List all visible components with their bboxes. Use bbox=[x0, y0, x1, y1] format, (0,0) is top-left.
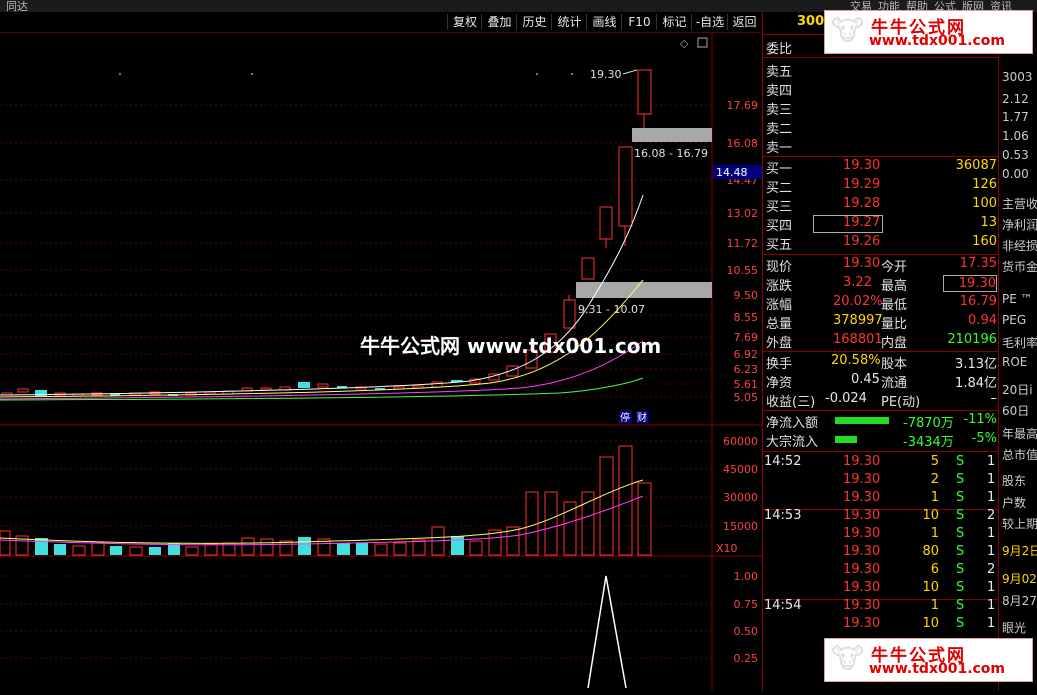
sell3-label: 卖三 bbox=[766, 103, 793, 118]
sell1-label: 卖一 bbox=[766, 141, 793, 156]
overlay-button[interactable]: 叠加 bbox=[481, 14, 517, 30]
price-axis-label: 11.72 bbox=[727, 237, 759, 250]
resistance-zone bbox=[632, 128, 712, 142]
indicator-axis-label: 0.50 bbox=[734, 625, 759, 638]
panel-toggle-icon[interactable] bbox=[697, 37, 708, 48]
buy-row[interactable]: 买三 19.28 100 bbox=[763, 196, 999, 215]
sell2-label: 卖二 bbox=[766, 122, 793, 137]
tick-row: 14:54 19.30 1 S 1 bbox=[764, 598, 996, 613]
buy-row[interactable]: 买五 19.26 160 bbox=[763, 234, 999, 253]
price-axis-label: 6.92 bbox=[734, 348, 759, 361]
volume-axis-label: 30000 bbox=[723, 491, 758, 504]
watermark-logo-top: 🐮 牛牛公式网 www.tdx001.com bbox=[824, 10, 1033, 54]
stat-row: 涨跌 3.22 最高 19.30 bbox=[766, 275, 997, 294]
tick-row: 19.30 10 S 1 bbox=[843, 580, 996, 595]
indicator-axis-label: 0.75 bbox=[734, 598, 759, 611]
mark-button[interactable]: 标记 bbox=[656, 14, 692, 30]
net-inflow-row: 净流入额 -7870万 -11% bbox=[766, 412, 997, 431]
price-axis-label: 7.69 bbox=[734, 331, 759, 344]
cow-icon: 🐮 bbox=[831, 642, 865, 675]
volume-axis-label: 45000 bbox=[723, 463, 758, 476]
tick-row: 19.30 1 S 1 bbox=[843, 490, 996, 505]
current-price-tag-label: 14.48 bbox=[716, 166, 748, 179]
price-axis-label: 13.02 bbox=[727, 207, 759, 220]
price-axis-label: 6.23 bbox=[734, 363, 759, 376]
indicator-spike bbox=[587, 575, 627, 689]
draw-line-button[interactable]: 画线 bbox=[586, 14, 622, 30]
volume-axis-label: 15000 bbox=[723, 520, 758, 533]
fuquan-button[interactable]: 复权 bbox=[447, 14, 482, 30]
diamond-icon[interactable]: ◇ bbox=[680, 37, 689, 50]
tick-row: 19.30 10 S 1 bbox=[843, 616, 996, 631]
price-axis-label: 16.08 bbox=[727, 137, 759, 150]
tick-row: 14:53 19.30 10 S 2 bbox=[764, 508, 996, 523]
indicator-axis-label: 0.25 bbox=[734, 652, 759, 665]
candles-rising bbox=[525, 69, 652, 369]
sell5-label: 卖五 bbox=[766, 65, 793, 80]
stat-row: 总量 378997 量比 0.94 bbox=[766, 313, 997, 332]
kline-chart-svg[interactable]: 17.69 16.08 14.47 13.02 11.72 10.55 9.50… bbox=[0, 33, 762, 691]
stat-row: 外盘 168801 内盘 210196 bbox=[766, 332, 997, 351]
buy-row[interactable]: 买一 19.30 36087 bbox=[763, 158, 999, 177]
price-axis-label: 5.61 bbox=[734, 378, 759, 391]
remove-watchlist-button[interactable]: -自选 bbox=[691, 14, 728, 30]
volume-axis-label: 60000 bbox=[723, 435, 758, 448]
net-inflow-bar bbox=[835, 417, 889, 424]
indicator-axis-label: 1.00 bbox=[734, 570, 759, 583]
stats-button[interactable]: 统计 bbox=[551, 14, 587, 30]
chart-area[interactable]: 17.69 16.08 14.47 13.02 11.72 10.55 9.50… bbox=[0, 33, 762, 691]
finance-badge-label: 财 bbox=[637, 411, 647, 424]
history-button[interactable]: 历史 bbox=[516, 14, 552, 30]
block-inflow-row: 大宗流入 -3434万 -5% bbox=[766, 431, 997, 450]
tick-row: 19.30 2 S 1 bbox=[843, 472, 996, 487]
support-zone-label: 9.31 - 10.07 bbox=[578, 303, 645, 316]
price-axis-label: 17.69 bbox=[727, 99, 759, 112]
price-axis-label: 10.55 bbox=[727, 264, 759, 277]
volume-unit-label: X10 bbox=[716, 542, 738, 555]
stat-row: 换手 20.58% 股本 3.13亿 bbox=[766, 353, 997, 372]
tick-row: 19.30 1 S 1 bbox=[843, 526, 996, 541]
stat-row: 涨幅 20.02% 最低 16.79 bbox=[766, 294, 997, 313]
volume-bars bbox=[0, 445, 652, 556]
tick-row: 19.30 80 S 1 bbox=[843, 544, 996, 559]
quote-panel: 3003 委比 卖五 卖四 卖三 卖二 卖一 买一 19.30 36087 买二 19… bbox=[762, 12, 999, 691]
f10-side-panel: 3003 2.12 1.77 1.06 0.53 0.00 主营收 净利润 非经… bbox=[998, 12, 1037, 691]
suspend-badge-label: 停 bbox=[620, 411, 630, 424]
chart-toolbar: 复权 叠加 历史 统计 画线 F10 标记 -自选 返回 bbox=[0, 12, 760, 33]
sell4-label: 卖四 bbox=[766, 84, 793, 99]
price-axis-label: 8.55 bbox=[734, 311, 759, 324]
tick-row: 19.30 6 S 2 bbox=[843, 562, 996, 577]
price-axis-label: 9.50 bbox=[734, 289, 759, 302]
block-inflow-bar bbox=[835, 436, 857, 443]
buy-row[interactable]: 买四 19.27 13 bbox=[763, 215, 999, 234]
high-price-label: 19.30 bbox=[590, 68, 622, 81]
price-axis-label: 5.05 bbox=[734, 391, 759, 404]
f10-button[interactable]: F10 bbox=[621, 14, 657, 30]
tick-row: 14:52 19.30 5 S 1 bbox=[764, 454, 996, 469]
watermark-center-text: 牛牛公式网 www.tdx001.com bbox=[360, 334, 662, 358]
support-zone bbox=[576, 282, 712, 298]
buy-row[interactable]: 买二 19.29 126 bbox=[763, 177, 999, 196]
stat-row: 现价 19.30 今开 17.35 bbox=[766, 256, 997, 275]
volume-ma5-line bbox=[0, 479, 644, 544]
stat-row: 净资 0.45 流通 1.84亿 bbox=[766, 372, 997, 391]
cow-icon: 🐮 bbox=[831, 14, 865, 47]
weibi-label: 委比 bbox=[766, 42, 793, 57]
back-button[interactable]: 返回 bbox=[727, 14, 761, 30]
resistance-zone-label: 16.08 - 16.79 bbox=[634, 147, 708, 160]
stat-row: 收益(三) -0.024 PE(动) – bbox=[766, 391, 997, 410]
watermark-logo-bottom: 🐮 牛牛公式网 www.tdx001.com bbox=[824, 638, 1033, 682]
